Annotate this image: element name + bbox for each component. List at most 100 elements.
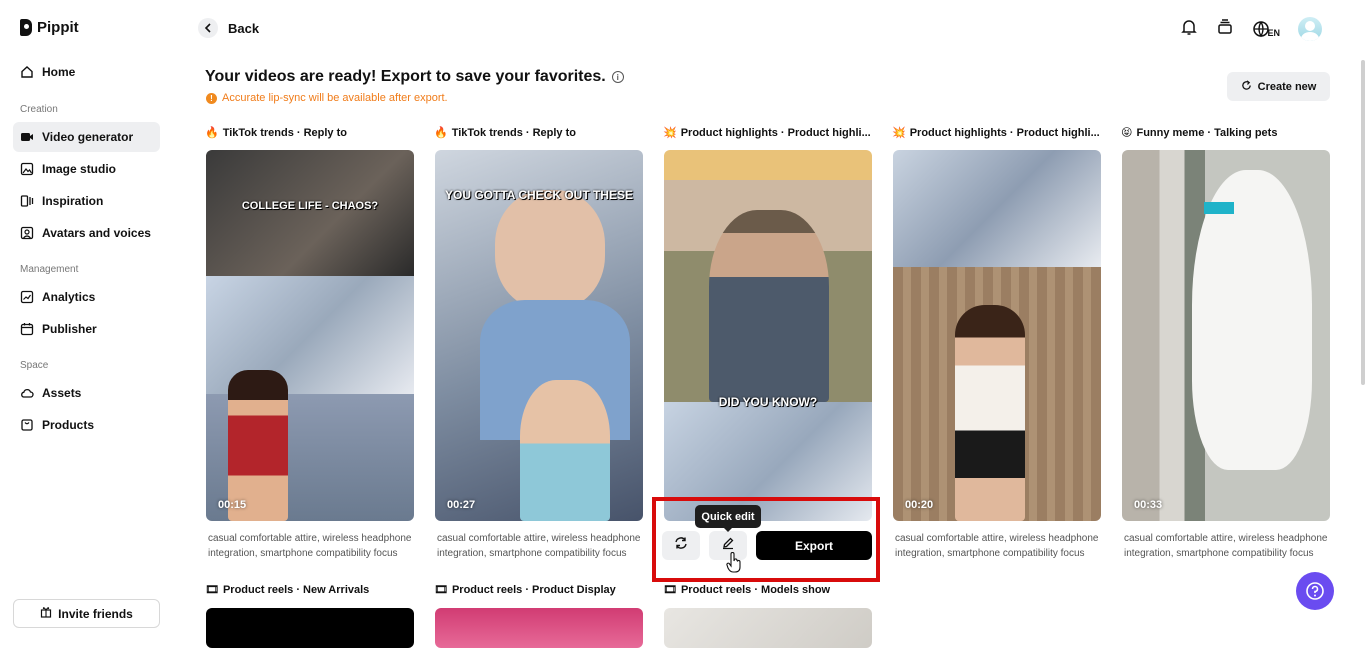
- sidebar-item-label: Home: [42, 65, 76, 79]
- hand-cursor-icon: [726, 552, 742, 579]
- presenter-figure: [955, 305, 1025, 521]
- video-caption: casual comfortable attire, wireless head…: [208, 533, 412, 559]
- info-icon[interactable]: i: [611, 71, 624, 83]
- invite-friends-button[interactable]: Invite friends: [13, 599, 160, 628]
- card-title: 💥 Product highlights · Product highli...: [663, 126, 871, 140]
- page-title-text: Your videos are ready! Export to save yo…: [205, 68, 606, 85]
- video-duration: 00:15: [218, 499, 247, 511]
- app-name: Pippit: [37, 19, 79, 36]
- video-caption: casual comfortable attire, wireless head…: [437, 533, 641, 559]
- video-caption: casual comfortable attire, wireless head…: [895, 533, 1099, 559]
- app-logo[interactable]: Pippit: [20, 19, 79, 36]
- refresh-icon: [1241, 79, 1252, 94]
- video-thumbnail[interactable]: [435, 608, 643, 648]
- inspiration-icon: [20, 194, 34, 208]
- video-thumbnail[interactable]: [664, 608, 872, 648]
- card-title: 🔥 TikTok trends · Reply to: [205, 126, 347, 140]
- video-thumbnail[interactable]: COLLEGE LIFE - CHAOS? 00:15: [206, 150, 414, 521]
- invite-label: Invite friends: [58, 606, 133, 621]
- sidebar-item-label: Avatars and voices: [42, 226, 151, 240]
- sidebar-item-analytics[interactable]: Analytics: [13, 282, 160, 312]
- scrollbar[interactable]: [1361, 60, 1365, 385]
- card-title: 😝 Funny meme · Talking pets: [1121, 126, 1278, 140]
- fire-icon: 🔥: [434, 127, 448, 139]
- question-icon: [1306, 582, 1324, 600]
- video-duration: 00:20: [905, 499, 934, 511]
- video-overlay-text: YOU GOTTA CHECK OUT THESE: [444, 188, 633, 202]
- header-actions: EN: [1180, 17, 1322, 41]
- card-title: 🎞 Product reels · Product Display: [434, 583, 616, 597]
- avatar-icon: [20, 226, 34, 240]
- video-frame: [206, 150, 414, 276]
- sidebar-item-video-generator[interactable]: Video generator: [13, 122, 160, 152]
- video-overlay-text: DID YOU KNOW?: [718, 395, 818, 409]
- create-new-label: Create new: [1257, 80, 1317, 93]
- dog-figure: [1192, 170, 1312, 470]
- bag-icon: [20, 418, 34, 432]
- sidebar-item-assets[interactable]: Assets: [13, 378, 160, 408]
- card-title: 🔥 TikTok trends · Reply to: [434, 126, 576, 140]
- sidebar-item-label: Assets: [42, 386, 82, 400]
- section-management: Management: [20, 264, 79, 275]
- notice-text: Accurate lip-sync will be available afte…: [222, 92, 448, 104]
- section-creation: Creation: [20, 104, 58, 115]
- language-button[interactable]: EN: [1252, 20, 1280, 38]
- language-code: EN: [1267, 28, 1280, 38]
- video-thumbnail[interactable]: YOU GOTTA CHECK OUT THESE 00:27: [435, 150, 643, 521]
- video-icon: [20, 130, 34, 144]
- card-title: 💥 Product highlights · Product highli...: [892, 126, 1100, 140]
- sidebar-item-label: Analytics: [42, 290, 96, 304]
- analytics-icon: [20, 290, 34, 304]
- home-icon: [20, 65, 34, 79]
- pippit-logo-icon: [20, 19, 32, 36]
- film-icon: 🎞: [205, 584, 219, 596]
- sidebar-item-home[interactable]: Home: [13, 57, 160, 87]
- sparkle-icon: 💥: [892, 127, 906, 139]
- help-button[interactable]: [1296, 572, 1334, 610]
- sidebar-item-label: Image studio: [42, 162, 117, 176]
- film-icon: 🎞: [434, 584, 448, 596]
- sidebar: Pippit Home Creation Video generator Ima…: [0, 0, 176, 641]
- film-icon: 🎞: [663, 584, 677, 596]
- gift-icon: [40, 606, 52, 621]
- video-thumbnail[interactable]: [206, 608, 414, 648]
- section-space: Space: [20, 360, 49, 371]
- back-button[interactable]: Back: [198, 18, 259, 38]
- create-new-button[interactable]: Create new: [1227, 72, 1330, 101]
- back-label: Back: [228, 20, 260, 36]
- sidebar-item-image-studio[interactable]: Image studio: [13, 154, 160, 184]
- bell-icon[interactable]: [1180, 18, 1198, 41]
- video-caption: casual comfortable attire, wireless head…: [1124, 533, 1328, 559]
- sidebar-item-label: Video generator: [42, 130, 134, 144]
- presenter-figure: [520, 380, 610, 521]
- lip-sync-notice: ! Accurate lip-sync will be available af…: [206, 92, 448, 104]
- sidebar-item-products[interactable]: Products: [13, 410, 160, 440]
- stack-icon[interactable]: [1216, 18, 1234, 41]
- sparkle-icon: 💥: [663, 127, 677, 139]
- sidebar-item-avatars-voices[interactable]: Avatars and voices: [13, 218, 160, 248]
- card-title: 🎞 Product reels · New Arrivals: [205, 583, 370, 597]
- warning-icon: !: [206, 92, 217, 104]
- video-thumbnail[interactable]: 00:33: [1122, 150, 1330, 521]
- cloud-icon: [20, 386, 34, 400]
- image-icon: [20, 162, 34, 176]
- video-thumbnail[interactable]: DID YOU KNOW?: [664, 150, 872, 521]
- laugh-icon: 😝: [1121, 127, 1133, 139]
- video-sticker: [1204, 202, 1234, 214]
- sidebar-item-publisher[interactable]: Publisher: [13, 314, 160, 344]
- person-face: [495, 190, 605, 310]
- sidebar-item-label: Publisher: [42, 322, 97, 336]
- card-title: 🎞 Product reels · Models show: [663, 583, 831, 597]
- sidebar-item-label: Inspiration: [42, 194, 104, 208]
- video-frame: [893, 150, 1101, 267]
- video-thumbnail[interactable]: 00:20: [893, 150, 1101, 521]
- video-overlay-text: COLLEGE LIFE - CHAOS?: [241, 200, 379, 212]
- user-avatar[interactable]: [1298, 17, 1322, 41]
- chevron-left-icon: [198, 18, 218, 38]
- sidebar-item-inspiration[interactable]: Inspiration: [13, 186, 160, 216]
- presenter-figure: [709, 210, 829, 402]
- video-duration: 00:33: [1134, 499, 1163, 511]
- page-title: Your videos are ready! Export to save yo…: [205, 68, 624, 86]
- fire-icon: 🔥: [205, 127, 219, 139]
- calendar-icon: [20, 322, 34, 336]
